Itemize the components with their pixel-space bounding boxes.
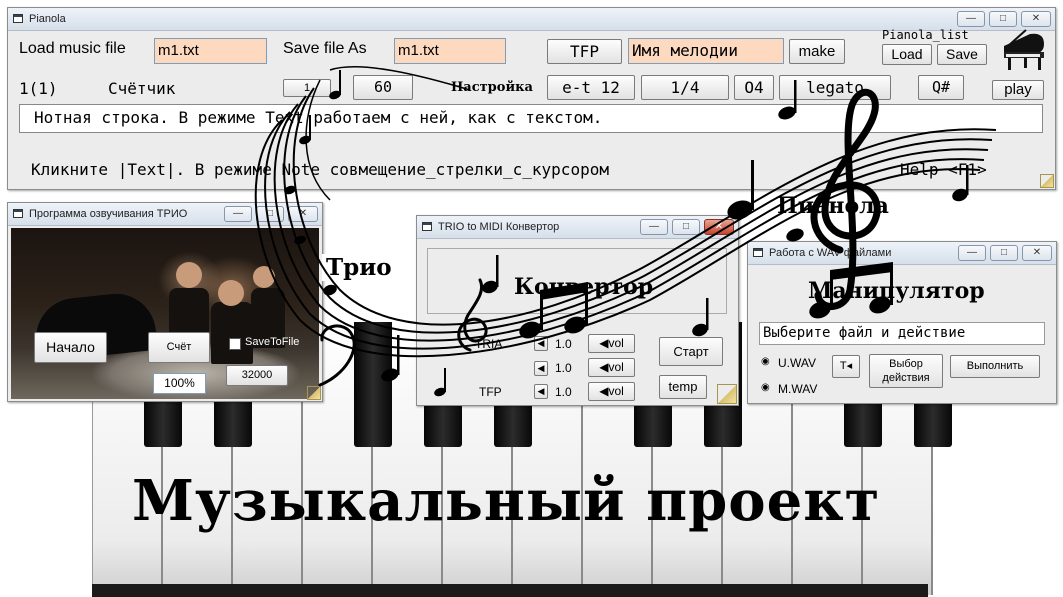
pianola-caption: Пианола [774,193,892,219]
note-string-input[interactable]: Нотная строка. В режиме Text работаем с … [19,104,1043,133]
arrow-left-button[interactable]: ◀ [534,384,548,399]
save-to-file-label: SaveToFile [245,336,300,348]
save-to-file-checkbox[interactable] [229,338,241,350]
tfp-label: TFP [479,385,502,399]
trio-caption: Трио [322,254,396,281]
musician-body [211,302,253,364]
musician-head [218,280,244,306]
grand-piano-icon [1004,29,1044,70]
load-music-label: Load music file [19,40,126,57]
arrow-left-button[interactable]: ◀ [534,336,548,351]
octave-select[interactable]: O4 [734,75,774,100]
vol-label: vol [608,384,624,398]
converter-heading: Конвертор [514,274,654,300]
maximize-icon[interactable]: □ [256,206,284,222]
radio-u-icon[interactable]: ◉ [761,356,770,367]
close-icon[interactable]: ✕ [1022,245,1052,261]
minimize-icon[interactable]: — [640,219,668,235]
arrow-left-button[interactable]: ◀ [534,361,548,376]
trio-titlebar: Программа озвучивания ТРИО — □ ✕ [8,203,322,226]
list-save-button[interactable]: Save [937,44,987,65]
window-icon [422,222,432,231]
wav-status-field: Выберите файл и действие [759,322,1045,345]
converter-start-button[interactable]: Старт [659,337,723,366]
execute-button[interactable]: Выполнить [950,355,1040,378]
legato-select[interactable]: legato [779,75,891,100]
save-file-label: Save file As [283,40,367,57]
resize-grip[interactable] [717,384,737,404]
load-music-field[interactable]: m1.txt [154,38,267,64]
choose-action-button[interactable]: Выбор действия [869,354,943,388]
play-button[interactable]: play [992,80,1044,100]
wav-arrow-button[interactable]: T◂ [832,355,860,378]
radio-m-icon[interactable]: ◉ [761,382,770,393]
window-title: Программа озвучивания ТРИО [29,208,188,220]
minimize-icon[interactable]: — [224,206,252,222]
vol-label: vol [608,336,624,350]
percent-field[interactable]: 100% [153,373,206,394]
window-title: TRIO to MIDI Конвертор [438,221,560,233]
row2-value: 1.0 [555,361,572,375]
list-load-button[interactable]: Load [882,44,932,65]
musician-head [253,266,275,288]
sharp-button[interactable]: Q# [918,75,964,100]
maximize-icon[interactable]: □ [989,11,1017,27]
count-button[interactable]: Счёт [148,332,210,363]
melody-name-field[interactable]: Имя мелодии [628,38,784,64]
minimize-icon[interactable]: — [957,11,985,27]
resize-grip[interactable] [1040,174,1054,188]
window-title: Pianola [29,13,66,25]
window-icon [13,14,23,23]
hint-text: Кликните |Text|. В режиме Note совмещени… [31,160,609,179]
wav-titlebar: Работа с WAV файлами — □ ✕ [748,242,1056,265]
window-title: Работа с WAV файлами [769,247,892,259]
maximize-icon[interactable]: □ [672,219,700,235]
save-file-field[interactable]: m1.txt [394,38,506,64]
window-icon [13,209,23,218]
converter-window: TRIO to MIDI Конвертор — □ ✕ Конвертор T… [416,215,739,406]
counter-field[interactable]: 1 [283,79,331,97]
m-wav-label: M.WAV [778,382,818,396]
rate-field[interactable]: 32000 [226,365,288,386]
close-icon[interactable]: ✕ [1021,11,1051,27]
manipulator-heading: Манипулятор [808,278,985,304]
counter-label: Счётчик [108,79,176,98]
u-wav-label: U.WAV [778,356,816,370]
close-icon[interactable]: ✕ [288,206,318,222]
temp-button[interactable]: temp [659,375,707,399]
wav-window: Работа с WAV файлами — □ ✕ Манипулятор В… [747,241,1057,404]
tfp-button[interactable]: TFP [547,39,622,64]
minimize-icon[interactable]: — [958,245,986,261]
fraction-select[interactable]: 1/4 [641,75,729,100]
converter-titlebar: TRIO to MIDI Конвертор — □ ✕ [417,216,738,239]
vol-button-2[interactable]: ◀vol [588,358,635,377]
pianola-window: Pianola — □ ✕ Load music file m1.txt Sav… [7,7,1056,190]
close-icon[interactable]: ✕ [704,219,734,235]
musician-head [176,262,202,288]
settings-label: Настройка [451,80,533,95]
tfp-value: 1.0 [555,385,572,399]
tria-label: TRIA [475,337,503,351]
pianola-list-label: Pianola_list [882,28,969,42]
maximize-icon[interactable]: □ [990,245,1018,261]
make-button[interactable]: make [789,39,845,64]
vol-label: vol [608,360,624,374]
project-headline: Музыкальный проект [132,468,881,534]
vol-button-3[interactable]: ◀vol [588,382,635,401]
key-select[interactable]: e-t 12 [547,75,635,100]
resize-grip[interactable] [307,386,321,400]
vol-button-1[interactable]: ◀vol [588,334,635,353]
piano-base [92,584,928,597]
window-icon [753,248,763,257]
bpm-field[interactable]: 60 [353,75,413,100]
help-hint: Help <F1> [900,160,987,179]
trio-window: Программа озвучивания ТРИО — □ ✕ Начало … [7,202,323,402]
start-button[interactable]: Начало [34,332,107,363]
black-key [354,322,392,447]
tria-value: 1.0 [555,337,572,351]
counter-text: 1(1) [19,79,58,98]
